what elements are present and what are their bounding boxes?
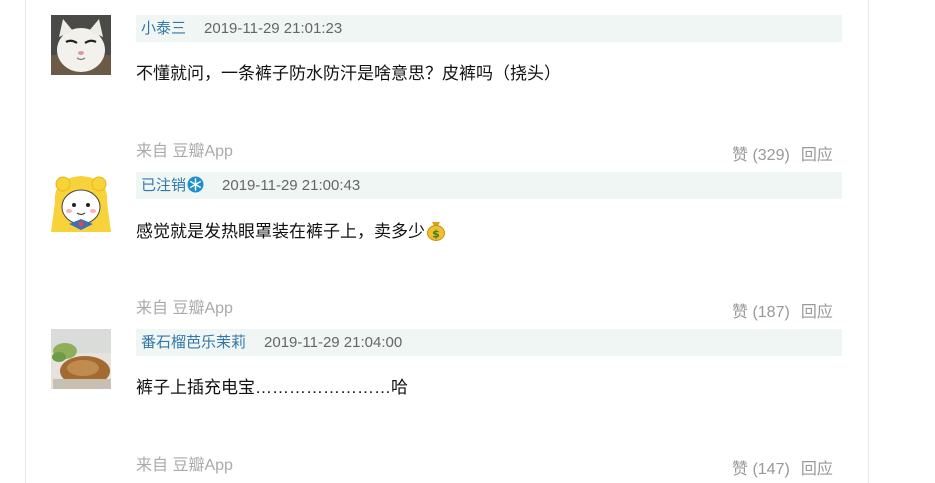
timestamp: 2019-11-29 21:00:43 xyxy=(222,177,361,194)
avatar[interactable] xyxy=(51,15,111,75)
comment-content: 不懂就问，一条裤子防水防汗是啥意思？皮裤吗（挠头） xyxy=(136,64,561,83)
author-link[interactable]: 番石榴芭乐茉莉 xyxy=(141,334,246,351)
avatar[interactable] xyxy=(51,329,111,389)
author-link[interactable]: 已注销 xyxy=(141,177,186,194)
reply-button[interactable]: 回应 xyxy=(801,461,833,478)
comment-item: 番石榴芭乐茉莉 2019-11-29 21:04:00 裤子上插充电宝………………… xyxy=(0,314,935,478)
comment-content: 感觉就是发热眼罩装在裤子上，卖多少 $ xyxy=(136,219,446,248)
snowflake-icon xyxy=(187,175,204,202)
comment-actions: 赞 (147) 回应 xyxy=(732,455,833,479)
author-link[interactable]: 小泰三 xyxy=(141,20,186,37)
comment-content: 裤子上插充电宝……………………哈 xyxy=(136,378,408,397)
comment-item: 小泰三 2019-11-29 21:01:23 不懂就问，一条裤子防水防汗是啥意思… xyxy=(0,0,935,164)
comment-meta: 已注销 2019-11-29 21:00:43 xyxy=(136,172,842,199)
comment-text: 感觉就是发热眼罩装在裤子上，卖多少 xyxy=(136,222,425,241)
avatar[interactable] xyxy=(51,172,111,232)
svg-text:$: $ xyxy=(432,228,440,241)
timestamp: 2019-11-29 21:04:00 xyxy=(264,334,403,351)
comment-meta: 小泰三 2019-11-29 21:01:23 xyxy=(136,15,842,42)
like-button[interactable]: 赞 (147) xyxy=(732,461,790,478)
money-bag-icon: $ xyxy=(426,219,446,248)
comment-source: 来自 豆瓣App xyxy=(136,457,233,474)
comment-item: 已注销 2019-11-29 21:00:43 感觉就是发热眼罩装在裤子上，卖多少… xyxy=(0,157,935,321)
comment-meta: 番石榴芭乐茉莉 2019-11-29 21:04:00 xyxy=(136,329,842,356)
timestamp: 2019-11-29 21:01:23 xyxy=(204,20,343,37)
